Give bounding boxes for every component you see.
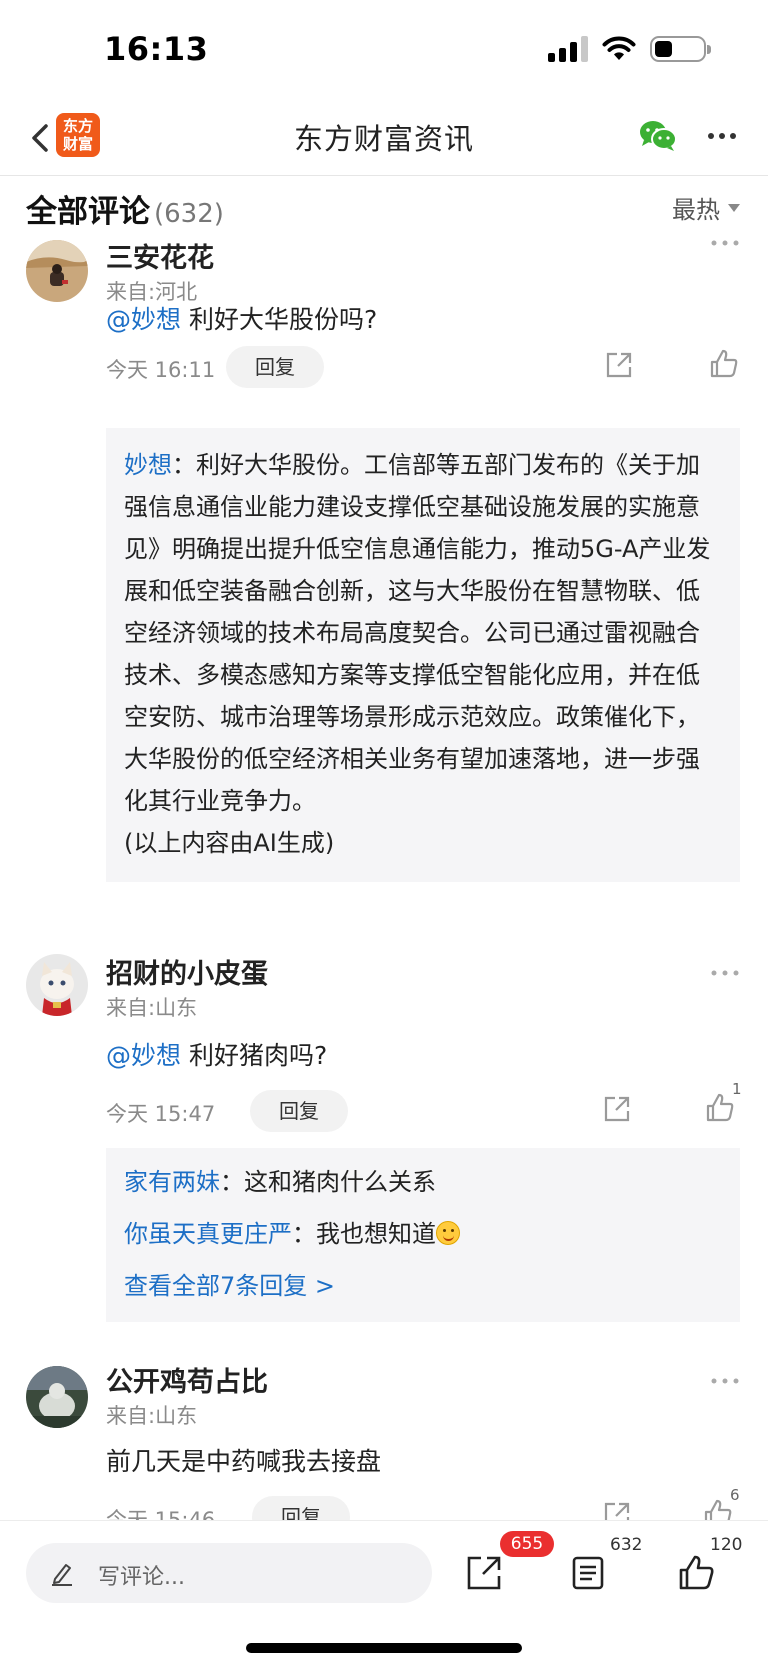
battery-icon: [650, 36, 711, 62]
thumbs-up-icon[interactable]: [708, 348, 740, 380]
comment-location: 来自:山东: [106, 1404, 198, 1428]
reply-separator: ：: [220, 1168, 244, 1196]
sort-dropdown[interactable]: 最热: [672, 190, 740, 225]
reply-text: 这和猪肉什么关系: [244, 1168, 436, 1196]
status-icons: [548, 36, 711, 62]
reply-button[interactable]: 回复: [252, 1496, 350, 1520]
wifi-icon: [602, 36, 636, 60]
comments-list-icon[interactable]: [568, 1553, 608, 1593]
avatar[interactable]: [26, 954, 88, 1016]
comment-time: 今天 15:46: [106, 1508, 216, 1520]
nav-bar: 东方 财富 东方财富资讯: [0, 100, 768, 176]
comment-item: 招财的小皮蛋 来自:山东 @妙想 利好猪肉吗? 今天 15:47 回复 1 家有…: [0, 952, 768, 1342]
comment-username[interactable]: 三安花花: [106, 236, 214, 275]
reply-separator: ：: [172, 451, 196, 479]
pen-icon: [52, 1564, 72, 1586]
share-count-badge: 655: [500, 1531, 554, 1557]
like-count: 6: [730, 1486, 740, 1504]
home-indicator[interactable]: [246, 1643, 522, 1653]
ai-reply: 妙想：利好大华股份。工信部等五部门发布的《关于加强信息通信业能力建设支撑低空基础…: [106, 428, 740, 882]
comment-body: 前几天是中药喊我去接盘: [106, 1447, 382, 1476]
view-all-replies-link[interactable]: 查看全部7条回复 >: [106, 1260, 740, 1312]
share-icon[interactable]: [464, 1553, 504, 1593]
avatar-image: [26, 954, 88, 1016]
reply-item[interactable]: 你虽天真更庄严：我也想知道: [106, 1208, 740, 1260]
comment-item: 三安花花 来自:河北 @妙想 利好大华股份吗? 今天 16:11 回复 妙想：利…: [0, 236, 768, 924]
smile-emoji-icon: [436, 1221, 460, 1245]
wechat-share-icon[interactable]: [638, 118, 678, 154]
comments-count: (632): [154, 199, 224, 229]
reply-button[interactable]: 回复: [226, 346, 324, 388]
reply-separator: ：: [292, 1220, 316, 1248]
share-icon[interactable]: [602, 1094, 632, 1124]
comment-body: 利好猪肉吗?: [188, 1041, 328, 1070]
ai-reply-box: 妙想：利好大华股份。工信部等五部门发布的《关于加强信息通信业能力建设支撑低空基础…: [106, 428, 740, 882]
comments-title: 全部评论 (632): [26, 186, 224, 231]
sort-label: 最热: [672, 196, 720, 224]
thumbs-up-icon[interactable]: [676, 1553, 716, 1593]
mention-link[interactable]: @妙想: [106, 305, 181, 334]
comment-text: @妙想 利好大华股份吗?: [106, 300, 377, 336]
comment-input-placeholder: 写评论...: [98, 1565, 185, 1590]
reply-author[interactable]: 妙想: [124, 451, 172, 479]
avatar[interactable]: [26, 1366, 88, 1428]
comment-username[interactable]: 公开鸡苟占比: [106, 1360, 268, 1399]
comment-body: 利好大华股份吗?: [188, 305, 378, 334]
like-count: 120: [710, 1535, 743, 1555]
replies-box: 家有两妹：这和猪肉什么关系 你虽天真更庄严：我也想知道 查看全部7条回复 >: [106, 1148, 740, 1322]
ai-reply-text: 利好大华股份。工信部等五部门发布的《关于加强信息通信业能力建设支撑低空基础设施发…: [124, 451, 711, 815]
comment-input[interactable]: 写评论...: [26, 1543, 432, 1603]
mention-link[interactable]: @妙想: [106, 1041, 181, 1070]
share-icon[interactable]: [602, 1500, 632, 1520]
comment-time: 今天 15:47: [106, 1102, 216, 1126]
comment-time: 今天 16:11: [106, 358, 216, 382]
avatar[interactable]: [26, 240, 88, 302]
comment-location: 来自:山东: [106, 996, 198, 1020]
more-options-icon[interactable]: [706, 120, 738, 152]
reply-author[interactable]: 家有两妹: [124, 1168, 220, 1196]
reply-button[interactable]: 回复: [250, 1090, 348, 1132]
comment-item: 公开鸡苟占比 来自:山东 前几天是中药喊我去接盘 今天 15:46 回复 6: [0, 1360, 768, 1520]
reply-text: 我也想知道: [316, 1220, 436, 1248]
comment-username[interactable]: 招财的小皮蛋: [106, 952, 268, 991]
reply-author[interactable]: 你虽天真更庄严: [124, 1220, 292, 1248]
comment-more-icon[interactable]: [710, 968, 740, 978]
comment-count: 632: [610, 1535, 643, 1555]
status-bar: 16:13: [0, 0, 768, 100]
comments-title-text: 全部评论: [26, 194, 150, 230]
caret-down-icon: [728, 203, 740, 212]
comments-header: 全部评论 (632) 最热: [0, 176, 768, 236]
like-count: 1: [732, 1080, 742, 1098]
comment-more-icon[interactable]: [710, 1376, 740, 1386]
reply-item[interactable]: 家有两妹：这和猪肉什么关系: [106, 1156, 740, 1208]
ai-generated-note: (以上内容由AI生成): [124, 829, 335, 857]
comment-more-icon[interactable]: [710, 238, 740, 248]
status-time: 16:13: [104, 30, 209, 68]
comment-text: @妙想 利好猪肉吗?: [106, 1036, 327, 1072]
share-icon[interactable]: [604, 350, 634, 380]
avatar-image: [26, 1366, 88, 1428]
cellular-signal-icon: [548, 36, 588, 62]
avatar-image: [26, 240, 88, 302]
